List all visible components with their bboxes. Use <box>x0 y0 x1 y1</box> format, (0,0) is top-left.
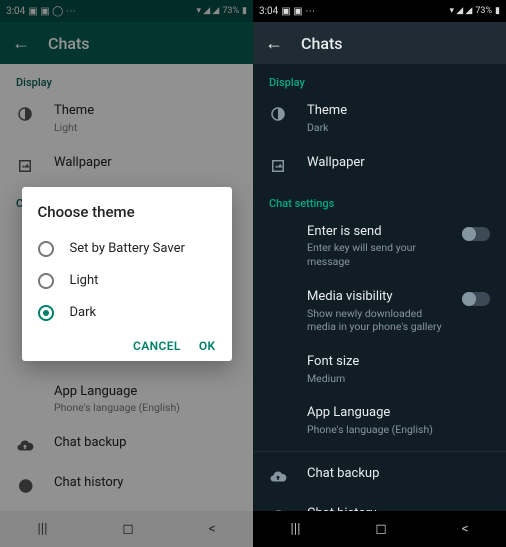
divider <box>253 451 506 452</box>
enter-label: Enter is send <box>307 224 442 241</box>
section-display: Display <box>253 64 506 93</box>
theme-option-battery[interactable]: Set by Battery Saver <box>38 233 216 265</box>
status-time: 3:04 <box>259 6 278 17</box>
page-title: Chats <box>301 34 343 53</box>
app-bar: ← Chats <box>253 22 506 64</box>
theme-value: Dark <box>307 121 490 135</box>
backup-label: Chat backup <box>307 466 490 483</box>
ok-button[interactable]: OK <box>199 339 216 353</box>
enter-is-send-row[interactable]: Enter is send Enter key will send your m… <box>253 214 506 279</box>
cancel-button[interactable]: CANCEL <box>133 339 181 353</box>
theme-row[interactable]: Theme Dark <box>253 93 506 145</box>
radio-unchecked-icon <box>38 241 54 257</box>
theme-label: Theme <box>307 103 490 120</box>
app-language-row[interactable]: App Language Phone's language (English) <box>253 395 506 447</box>
media-toggle[interactable] <box>462 292 490 306</box>
theme-option-dark[interactable]: Dark <box>38 297 216 329</box>
status-signal-icon: ▾ ◢ ◢ <box>450 6 473 16</box>
app-lang-value: Phone's language (English) <box>307 423 490 437</box>
enter-toggle[interactable] <box>462 227 490 241</box>
media-sub: Show newly downloaded media in your phon… <box>307 307 442 334</box>
app-lang-label: App Language <box>307 405 490 422</box>
back-icon[interactable]: ← <box>265 33 283 54</box>
choose-theme-dialog: Choose theme Set by Battery Saver Light … <box>22 187 232 361</box>
font-label: Font size <box>307 354 490 371</box>
theme-option-light[interactable]: Light <box>38 265 216 297</box>
wallpaper-row[interactable]: Wallpaper <box>253 145 506 185</box>
status-battery: 73% <box>475 6 492 16</box>
settings-content: Display Theme Dark Wallpaper Chat settin… <box>253 64 506 511</box>
theme-icon <box>269 105 287 123</box>
media-visibility-row[interactable]: Media visibility Show newly downloaded m… <box>253 279 506 344</box>
screen-light-variant: 3:04 ▣ ▣ ◯ ⋯ ▾ ◢ ◢ 73% ▮ ← Chats Display… <box>0 0 253 547</box>
back-button[interactable]: < <box>462 521 469 537</box>
screen-dark-variant: 3:04 ▣ ▣ ⋯ ▾ ◢ ◢ 73% ▮ ← Chats Display T… <box>253 0 506 547</box>
font-size-row[interactable]: Font size Medium <box>253 344 506 396</box>
radio-checked-icon <box>38 305 54 321</box>
recents-button[interactable]: ||| <box>290 521 300 537</box>
section-chat-settings: Chat settings <box>253 185 506 214</box>
wallpaper-label: Wallpaper <box>307 155 490 172</box>
chat-backup-row[interactable]: Chat backup <box>253 456 506 496</box>
wallpaper-icon <box>269 157 287 175</box>
dialog-title: Choose theme <box>38 203 216 221</box>
status-indicator-icon: ▣ ▣ ⋯ <box>281 6 315 17</box>
chat-history-row[interactable]: Chat history <box>253 496 506 511</box>
font-value: Medium <box>307 372 490 386</box>
android-nav-bar: ||| ◻ < <box>253 511 506 547</box>
status-bar: 3:04 ▣ ▣ ⋯ ▾ ◢ ◢ 73% ▮ <box>253 0 506 22</box>
modal-overlay[interactable]: Choose theme Set by Battery Saver Light … <box>0 0 253 547</box>
home-button[interactable]: ◻ <box>375 521 387 537</box>
enter-sub: Enter key will send your message <box>307 241 442 268</box>
radio-unchecked-icon <box>38 273 54 289</box>
media-label: Media visibility <box>307 289 442 306</box>
battery-icon: ▮ <box>495 6 500 16</box>
cloud-upload-icon <box>269 468 287 486</box>
